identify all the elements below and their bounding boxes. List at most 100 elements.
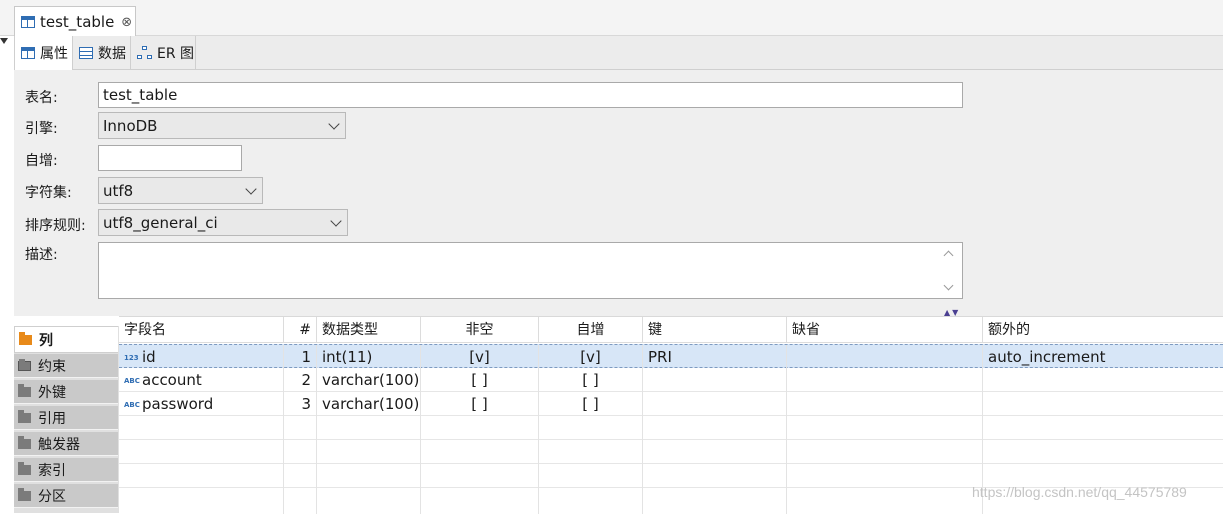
side-tab-columns-label: 列: [39, 332, 53, 349]
column-auto-increment[interactable]: [ ]: [539, 368, 643, 392]
collation-value: utf8_general_ci: [103, 213, 218, 232]
editor-tab-bar: test_table ⊗: [0, 0, 1223, 37]
table-icon: [21, 16, 35, 28]
side-tab-constraints-label: 约束: [38, 358, 66, 375]
watermark-text: https://blog.csdn.net/qq_44575789: [972, 484, 1187, 500]
column-default[interactable]: [787, 345, 983, 369]
column-extra[interactable]: auto_increment: [983, 345, 1223, 369]
column-key: [643, 368, 787, 392]
close-icon[interactable]: ⊗: [121, 15, 132, 30]
constraint-icon: [18, 358, 31, 371]
column-ordinal: 3: [284, 392, 317, 416]
charset-label: 字符集:: [25, 185, 72, 201]
column-key: [643, 392, 787, 416]
tab-properties-label: 属性: [40, 46, 68, 62]
collation-label: 排序规则:: [25, 218, 86, 234]
chevron-down-icon: [245, 183, 257, 195]
header-extra[interactable]: 额外的: [983, 317, 1223, 343]
column-data-type[interactable]: int(11): [317, 345, 421, 369]
table-row[interactable]: ABC account 2 varchar(100) [ ] [ ]: [119, 368, 1223, 392]
side-tab-constraints[interactable]: 约束: [14, 354, 118, 378]
column-not-null[interactable]: [ ]: [421, 368, 539, 392]
folder-icon: [18, 487, 31, 501]
auto-increment-label: 自增:: [25, 153, 58, 169]
side-tab-partitions[interactable]: 分区: [14, 484, 118, 508]
column-ordinal: 2: [284, 368, 317, 392]
engine-value: InnoDB: [103, 116, 158, 135]
side-tab-indexes[interactable]: 索引: [14, 458, 118, 482]
collation-select[interactable]: utf8_general_ci: [98, 209, 348, 236]
header-column-name[interactable]: 字段名: [119, 317, 284, 343]
side-tab-foreign-keys-label: 外键: [38, 384, 66, 401]
table-row[interactable]: ABC password 3 varchar(100) [ ] [ ]: [119, 392, 1223, 416]
er-diagram-icon: [137, 46, 152, 60]
folder-icon: [18, 435, 31, 449]
editor-tab-test-table[interactable]: test_table ⊗: [14, 6, 136, 37]
charset-value: utf8: [103, 181, 134, 200]
engine-select[interactable]: InnoDB: [98, 112, 346, 139]
side-tab-references[interactable]: 引用: [14, 406, 118, 430]
side-tab-triggers[interactable]: 触发器: [14, 432, 118, 456]
engine-label: 引擎:: [25, 121, 58, 137]
side-tab-foreign-keys[interactable]: 外键: [14, 380, 118, 404]
column-extra[interactable]: [983, 368, 1223, 392]
column-not-null[interactable]: [v]: [421, 345, 539, 369]
folder-icon: [18, 383, 31, 397]
numeric-type-icon: 123: [124, 353, 139, 362]
charset-select[interactable]: utf8: [98, 177, 263, 204]
column-name: password: [142, 395, 214, 413]
header-data-type[interactable]: 数据类型: [317, 317, 421, 343]
sub-tab-bar: 属性 数据 ER 图: [14, 36, 1223, 70]
tab-er-diagram-label: ER 图: [157, 46, 195, 62]
table-name-input[interactable]: test_table: [98, 82, 963, 108]
side-tab-references-label: 引用: [38, 410, 66, 427]
scroll-up-icon[interactable]: [943, 250, 954, 261]
chevron-down-icon: [328, 118, 340, 130]
column-name: id: [142, 348, 156, 366]
column-auto-increment[interactable]: [v]: [539, 345, 643, 369]
tab-properties[interactable]: 属性: [14, 36, 73, 70]
folder-icon: [18, 409, 31, 423]
header-ordinal[interactable]: #: [284, 317, 317, 343]
column-not-null[interactable]: [ ]: [421, 392, 539, 416]
collapse-arrow-icon[interactable]: [0, 38, 8, 44]
side-tab-indexes-label: 索引: [38, 462, 66, 479]
side-tab-list: 列 约束 外键 引用 触发器 索引 分区: [14, 326, 119, 513]
table-icon: [21, 47, 35, 59]
column-name: account: [142, 371, 202, 389]
tab-data-label: 数据: [98, 46, 126, 62]
column-key: PRI: [643, 345, 787, 369]
column-default[interactable]: [787, 368, 983, 392]
header-key[interactable]: 键: [643, 317, 787, 343]
columns-icon: [19, 331, 32, 345]
header-not-null[interactable]: 非空: [421, 317, 539, 343]
tab-data[interactable]: 数据: [73, 36, 131, 70]
auto-increment-input[interactable]: [98, 145, 242, 171]
table-name-label: 表名:: [25, 90, 58, 106]
header-auto-increment[interactable]: 自增: [539, 317, 643, 343]
columns-grid-header: 字段名 # 数据类型 非空 自增 键 缺省 额外的: [119, 317, 1223, 343]
column-data-type[interactable]: varchar(100): [317, 368, 421, 392]
text-type-icon: ABC: [124, 376, 140, 385]
empty-row: [119, 440, 1223, 464]
table-row[interactable]: 123 id 1 int(11) [v] [v] PRI auto_increme…: [119, 344, 1223, 369]
editor-tab-title: test_table: [40, 13, 115, 31]
column-default[interactable]: [787, 392, 983, 416]
table-properties-panel: 表名: test_table 引擎: InnoDB 自增: 字符集: utf8 …: [14, 70, 1223, 316]
comment-label: 描述:: [25, 247, 58, 263]
header-default[interactable]: 缺省: [787, 317, 983, 343]
comment-textarea[interactable]: [98, 242, 963, 299]
chevron-down-icon: [330, 215, 342, 227]
scroll-down-icon[interactable]: [943, 280, 954, 291]
column-ordinal: 1: [284, 345, 317, 369]
column-data-type[interactable]: varchar(100): [317, 392, 421, 416]
side-tab-columns[interactable]: 列: [14, 326, 118, 353]
column-extra[interactable]: [983, 392, 1223, 416]
data-grid-icon: [79, 47, 93, 59]
side-tab-triggers-label: 触发器: [38, 436, 80, 453]
empty-row: [119, 416, 1223, 440]
tab-er-diagram[interactable]: ER 图: [131, 36, 196, 70]
side-tab-partitions-label: 分区: [38, 488, 66, 505]
folder-icon: [18, 461, 31, 475]
column-auto-increment[interactable]: [ ]: [539, 392, 643, 416]
